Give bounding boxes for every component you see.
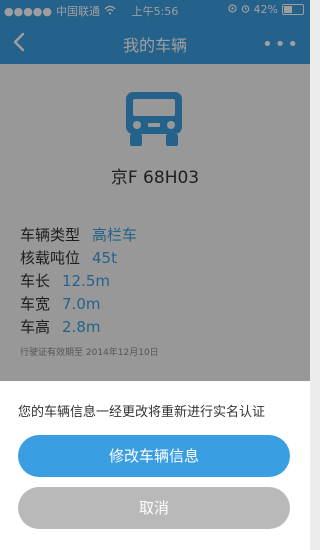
cancel-button[interactable]: 取消 [18,487,290,529]
sheet-message: 您的车辆信息一经更改将重新进行实名认证 [18,405,266,420]
action-sheet: 您的车辆信息一经更改将重新进行实名认证 修改车辆信息 取消 [0,381,310,550]
vehicle-page: ●●●●● 中国联通 上午5:56 42% 我的车辆 ••• 京F 68H03 … [0,0,310,550]
edit-vehicle-button[interactable]: 修改车辆信息 [18,435,290,477]
